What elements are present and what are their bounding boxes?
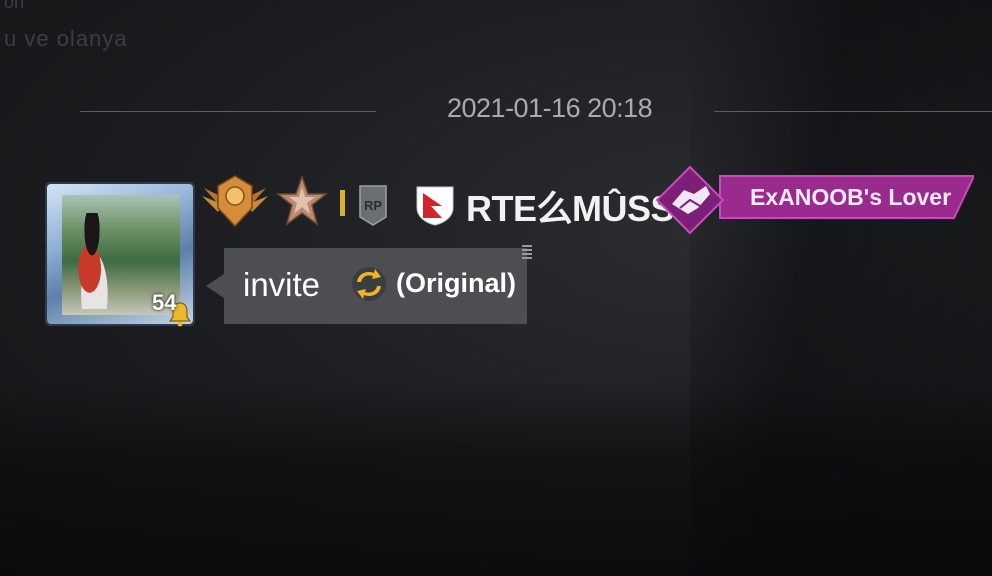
chat-timestamp: 2021-01-16 20:18: [447, 93, 653, 123]
relation-label: ExANOOB's Lover: [750, 184, 952, 210]
player-level: 54: [152, 290, 177, 315]
handshake-icon: [655, 165, 725, 235]
svg-text:RP: RP: [364, 198, 382, 213]
message-bubble-pointer: [206, 274, 224, 298]
badge-divider: [340, 190, 345, 216]
bubble-corner-mark: [522, 245, 532, 259]
bronze-star-rank-icon[interactable]: [274, 174, 330, 228]
nepal-flag-icon[interactable]: [414, 184, 456, 226]
timestamp-rule-left: [80, 111, 376, 112]
player-name[interactable]: RTE么MÛSSÎ: [466, 180, 684, 232]
original-text: (Original): [396, 268, 516, 298]
faded-chat-line: u ve olanya: [4, 26, 128, 51]
avatar-photo-subject: [68, 213, 116, 309]
refresh-icon: [352, 267, 386, 301]
timestamp-rule-right: [714, 111, 992, 112]
invite-text: invite: [243, 266, 321, 303]
background-silhouette: [690, 0, 992, 576]
faded-chat-line-top: on: [4, 0, 25, 12]
rp-icon[interactable]: RP: [357, 183, 389, 227]
gold-winged-tier-icon[interactable]: [200, 172, 270, 230]
